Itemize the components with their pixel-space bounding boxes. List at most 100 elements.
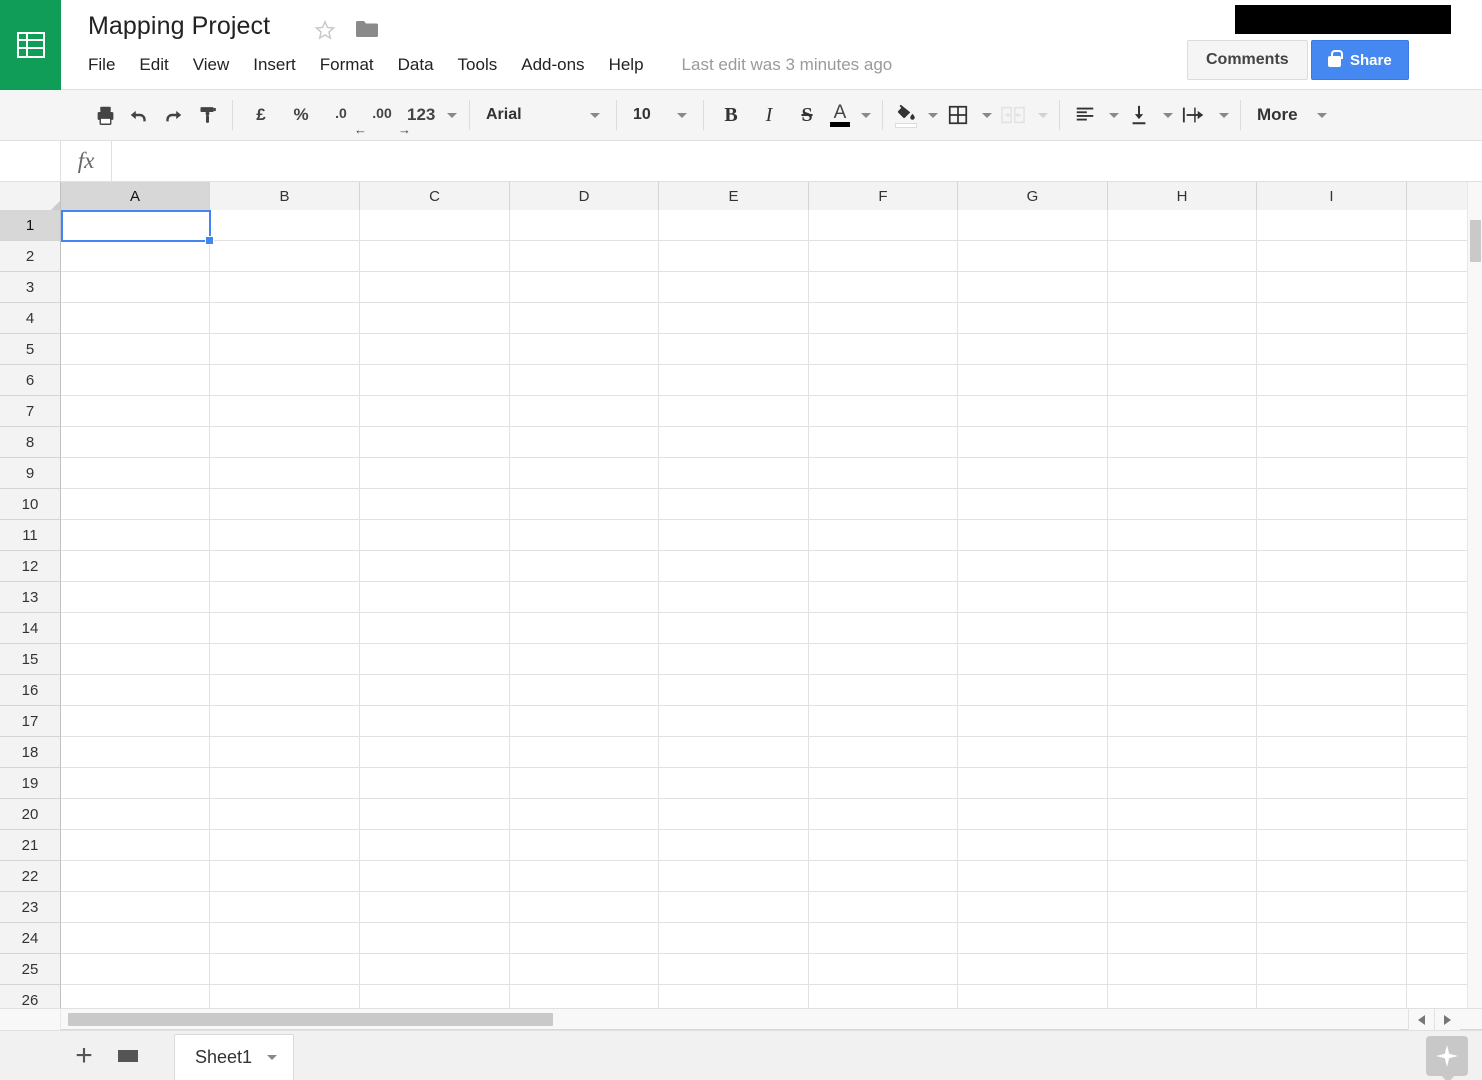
cell-B7[interactable] [210, 396, 360, 427]
row-header-11[interactable]: 11 [0, 520, 61, 551]
cell-A4[interactable] [61, 303, 210, 334]
cell-F1[interactable] [809, 210, 958, 241]
cell-A3[interactable] [61, 272, 210, 303]
cell-C7[interactable] [360, 396, 510, 427]
cell-B11[interactable] [210, 520, 360, 551]
cell-D16[interactable] [510, 675, 659, 706]
row-header-17[interactable]: 17 [0, 706, 61, 737]
cell-D3[interactable] [510, 272, 659, 303]
cell-G7[interactable] [958, 396, 1108, 427]
cell-I18[interactable] [1257, 737, 1407, 768]
cell-F24[interactable] [809, 923, 958, 954]
cell-G23[interactable] [958, 892, 1108, 923]
cell-B6[interactable] [210, 365, 360, 396]
cell-E4[interactable] [659, 303, 809, 334]
cell-C23[interactable] [360, 892, 510, 923]
cell-G20[interactable] [958, 799, 1108, 830]
cell-H21[interactable] [1108, 830, 1257, 861]
cell-G14[interactable] [958, 613, 1108, 644]
cell-G9[interactable] [958, 458, 1108, 489]
cell-C18[interactable] [360, 737, 510, 768]
row-header-6[interactable]: 6 [0, 365, 61, 396]
row-header-22[interactable]: 22 [0, 861, 61, 892]
cell-B25[interactable] [210, 954, 360, 985]
cell-I13[interactable] [1257, 582, 1407, 613]
cell-D8[interactable] [510, 427, 659, 458]
share-button[interactable]: Share [1311, 40, 1409, 80]
cell-C9[interactable] [360, 458, 510, 489]
cell-F19[interactable] [809, 768, 958, 799]
cell-B9[interactable] [210, 458, 360, 489]
cell-E17[interactable] [659, 706, 809, 737]
cell-I4[interactable] [1257, 303, 1407, 334]
cell-A24[interactable] [61, 923, 210, 954]
cell-C13[interactable] [360, 582, 510, 613]
horizontal-scrollbar-thumb[interactable] [68, 1013, 553, 1026]
row-header-5[interactable]: 5 [0, 334, 61, 365]
cell-C6[interactable] [360, 365, 510, 396]
cell-E25[interactable] [659, 954, 809, 985]
cell-B18[interactable] [210, 737, 360, 768]
cell-D15[interactable] [510, 644, 659, 675]
cell-I11[interactable] [1257, 520, 1407, 551]
column-header-g[interactable]: G [958, 182, 1108, 210]
cell-H8[interactable] [1108, 427, 1257, 458]
cell-F3[interactable] [809, 272, 958, 303]
column-header-f[interactable]: F [809, 182, 958, 210]
cell-E2[interactable] [659, 241, 809, 272]
number-format-dropdown[interactable]: 123 [403, 97, 461, 133]
document-title[interactable]: Mapping Project [88, 12, 270, 41]
row-header-12[interactable]: 12 [0, 551, 61, 582]
cell-F15[interactable] [809, 644, 958, 675]
cell-E3[interactable] [659, 272, 809, 303]
cell-C24[interactable] [360, 923, 510, 954]
cell-E5[interactable] [659, 334, 809, 365]
cell-I12[interactable] [1257, 551, 1407, 582]
cell-I8[interactable] [1257, 427, 1407, 458]
cell-I3[interactable] [1257, 272, 1407, 303]
cell-I19[interactable] [1257, 768, 1407, 799]
paint-format-icon[interactable] [190, 97, 224, 133]
cell-C22[interactable] [360, 861, 510, 892]
cell-H23[interactable] [1108, 892, 1257, 923]
cell-C25[interactable] [360, 954, 510, 985]
cell-I14[interactable] [1257, 613, 1407, 644]
cell-A8[interactable] [61, 427, 210, 458]
cell-C16[interactable] [360, 675, 510, 706]
cell-F22[interactable] [809, 861, 958, 892]
cell-D17[interactable] [510, 706, 659, 737]
comments-button[interactable]: Comments [1187, 40, 1308, 80]
cell-H6[interactable] [1108, 365, 1257, 396]
cell-H12[interactable] [1108, 551, 1257, 582]
column-header-c[interactable]: C [360, 182, 510, 210]
menu-insert[interactable]: Insert [241, 53, 308, 77]
fill-handle[interactable] [205, 236, 214, 245]
cell-B23[interactable] [210, 892, 360, 923]
cell-D23[interactable] [510, 892, 659, 923]
cell-G11[interactable] [958, 520, 1108, 551]
cell-E24[interactable] [659, 923, 809, 954]
cell-H25[interactable] [1108, 954, 1257, 985]
row-header-8[interactable]: 8 [0, 427, 61, 458]
cell-G8[interactable] [958, 427, 1108, 458]
cell-F20[interactable] [809, 799, 958, 830]
horizontal-scrollbar[interactable] [0, 1008, 1482, 1030]
cell-F6[interactable] [809, 365, 958, 396]
sheets-home-button[interactable] [0, 0, 61, 90]
cell-D13[interactable] [510, 582, 659, 613]
cell-G4[interactable] [958, 303, 1108, 334]
scroll-left-arrow-icon[interactable] [1408, 1009, 1434, 1030]
row-header-7[interactable]: 7 [0, 396, 61, 427]
cell-H2[interactable] [1108, 241, 1257, 272]
text-wrap-dropdown[interactable] [1212, 97, 1232, 133]
print-icon[interactable] [88, 97, 122, 133]
cell-B4[interactable] [210, 303, 360, 334]
row-header-16[interactable]: 16 [0, 675, 61, 706]
cell-E23[interactable] [659, 892, 809, 923]
cell-D21[interactable] [510, 830, 659, 861]
cell-B13[interactable] [210, 582, 360, 613]
cell-E13[interactable] [659, 582, 809, 613]
cell-G10[interactable] [958, 489, 1108, 520]
cell-C20[interactable] [360, 799, 510, 830]
column-header-i[interactable]: I [1257, 182, 1407, 210]
